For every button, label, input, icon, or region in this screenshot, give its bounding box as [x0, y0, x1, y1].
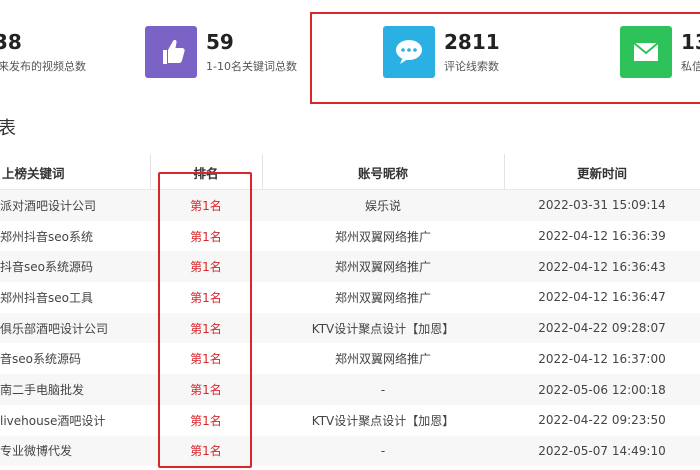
stat-label: 1-10名关键词总数 — [206, 60, 297, 73]
header-keyword: 上榜关键词 — [2, 165, 65, 181]
cell-time: 2022-05-06 12:00:18 — [538, 382, 666, 397]
cell-account: 郑州双翼网络推广 — [334, 352, 431, 367]
cell-time: 2022-04-12 16:37:00 — [538, 351, 666, 366]
table-header: 上榜关键词 排名 账号昵称 更新时间 — [0, 154, 700, 190]
rank-highlight-frame — [158, 172, 252, 468]
cell-time: 2022-04-22 09:28:07 — [538, 321, 666, 336]
divider — [504, 154, 505, 190]
cell-time: 2022-05-07 14:49:10 — [538, 443, 666, 458]
stat-card-keywords: 59 1-10名关键词总数 — [145, 0, 315, 100]
cell-keyword: 郑州抖音seo工具 — [0, 290, 93, 305]
section-title: 表 — [0, 118, 16, 139]
cell-keyword: 音seo系统源码 — [0, 352, 81, 367]
cell-keyword: 俱乐部酒吧设计公司 — [0, 321, 109, 336]
cell-account: - — [380, 443, 386, 458]
table-row[interactable]: 抖音seo系统源码 第1名 郑州双翼网络推广 2022-04-12 16:36:… — [0, 251, 700, 283]
cell-keyword: 南二手电脑批发 — [0, 383, 85, 398]
cell-time: 2022-04-12 16:36:43 — [538, 259, 666, 274]
table-row[interactable]: 俱乐部酒吧设计公司 第1名 KTV设计聚点设计【加恩】 2022-04-22 0… — [0, 312, 700, 344]
table-row[interactable]: 派对酒吧设计公司 第1名 娱乐说 2022-03-31 15:09:14 — [0, 190, 700, 221]
cell-account: 郑州双翼网络推广 — [334, 260, 431, 275]
stat-number: 38 — [0, 30, 22, 54]
table-row[interactable]: 专业微博代发 第1名 - 2022-05-07 14:49:10 — [0, 435, 700, 467]
divider — [150, 154, 151, 190]
cell-time: 2022-04-12 16:36:39 — [538, 229, 666, 244]
stat-label: 来发布的视频总数 — [0, 60, 86, 73]
cell-account: KTV设计聚点设计【加恩】 — [311, 413, 455, 428]
header-time: 更新时间 — [576, 165, 627, 181]
stat-number: 59 — [206, 30, 234, 54]
header-account: 账号昵称 — [357, 165, 408, 181]
cell-account: 郑州双翼网络推广 — [334, 229, 431, 244]
table-row[interactable]: 音seo系统源码 第1名 郑州双翼网络推广 2022-04-12 16:37:0… — [0, 344, 700, 375]
stat-card-videos: 38 来发布的视频总数 — [0, 0, 140, 100]
table-row[interactable]: livehouse酒吧设计 第1名 KTV设计聚点设计【加恩】 2022-04-… — [0, 405, 700, 436]
cell-keyword: 派对酒吧设计公司 — [0, 198, 97, 213]
table-row[interactable]: 郑州抖音seo工具 第1名 郑州双翼网络推广 2022-04-12 16:36:… — [0, 282, 700, 313]
thumbs-up-icon — [145, 26, 197, 78]
table-row[interactable]: 南二手电脑批发 第1名 - 2022-05-06 12:00:18 — [0, 374, 700, 405]
table-row[interactable]: 郑州抖音seo系统 第1名 郑州双翼网络推广 2022-04-12 16:36:… — [0, 221, 700, 252]
highlight-frame — [310, 12, 700, 104]
cell-account: 郑州双翼网络推广 — [334, 290, 431, 305]
divider — [262, 154, 263, 190]
cell-keyword: 抖音seo系统源码 — [0, 260, 93, 275]
cell-account: KTV设计聚点设计【加恩】 — [311, 321, 455, 336]
cell-time: 2022-03-31 15:09:14 — [538, 198, 666, 213]
cell-keyword: 专业微博代发 — [0, 444, 73, 459]
cell-time: 2022-04-12 16:36:47 — [538, 290, 666, 305]
cell-time: 2022-04-22 09:23:50 — [538, 413, 666, 428]
cell-account: - — [380, 382, 386, 397]
cell-keyword: 郑州抖音seo系统 — [0, 229, 93, 244]
cell-account: 娱乐说 — [364, 198, 401, 213]
cell-keyword: livehouse酒吧设计 — [0, 413, 106, 428]
